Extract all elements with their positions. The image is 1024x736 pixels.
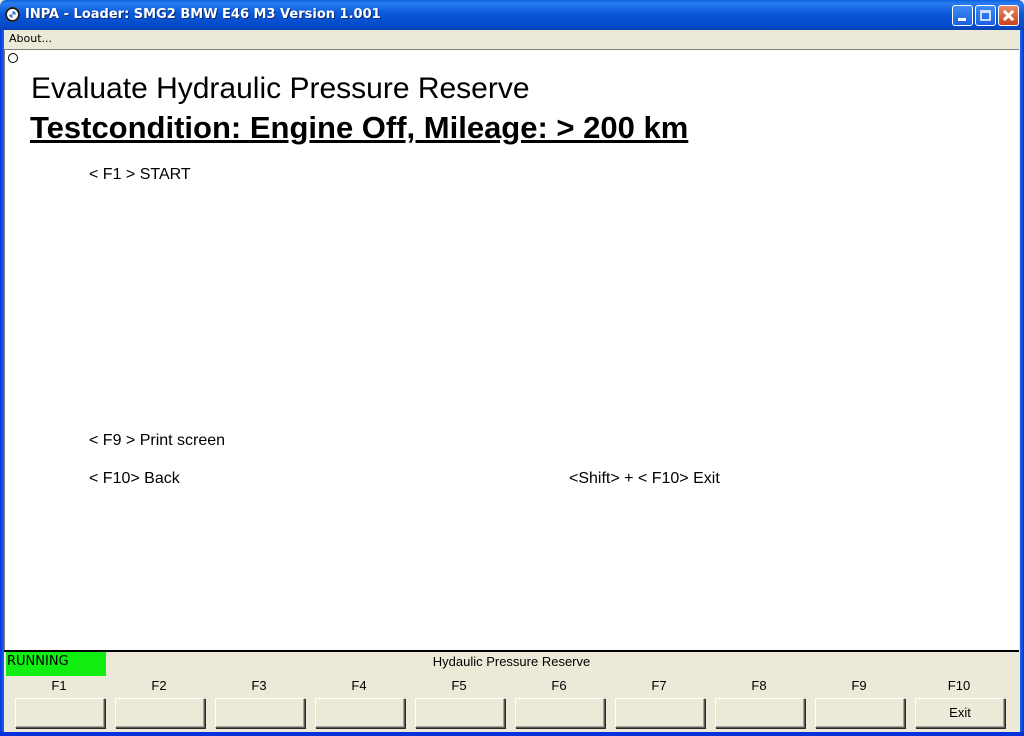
f2-button[interactable] — [115, 698, 205, 728]
main-panel: Evaluate Hydraulic Pressure Reserve Test… — [4, 49, 1019, 650]
fkey-label-f2: F2 — [151, 678, 167, 693]
fkey-label-f5: F5 — [451, 678, 467, 693]
f6-button[interactable] — [515, 698, 605, 728]
f7-button[interactable] — [615, 698, 705, 728]
radio-circle-icon — [8, 53, 18, 63]
f3-button[interactable] — [215, 698, 305, 728]
f10-exit-button[interactable]: Exit — [915, 698, 1005, 728]
f4-button[interactable] — [315, 698, 405, 728]
close-icon — [999, 6, 1018, 25]
f9-print-hint: < F9 > Print screen — [89, 432, 226, 449]
shift-f10-exit-hint: <Shift> + < F10> Exit — [569, 470, 720, 487]
menu-item-about[interactable]: About... — [9, 32, 52, 45]
fkey-label-f1: F1 — [51, 678, 67, 693]
maximize-icon — [980, 10, 991, 21]
f1-button[interactable] — [15, 698, 105, 728]
bmw-logo-icon[interactable] — [5, 7, 20, 22]
f1-start-hint: < F1 > START — [89, 166, 191, 183]
title-bar[interactable]: INPA - Loader: SMG2 BMW E46 M3 Version 1… — [0, 0, 1024, 30]
minimize-button[interactable] — [952, 5, 973, 26]
fkey-label-f10: F10 — [947, 678, 971, 693]
close-button[interactable] — [998, 5, 1019, 26]
fkey-label-f6: F6 — [551, 678, 567, 693]
test-condition: Testcondition: Engine Off, Mileage: > 20… — [30, 110, 689, 145]
window-frame-right — [1020, 30, 1024, 736]
window-title: INPA - Loader: SMG2 BMW E46 M3 Version 1… — [25, 7, 381, 22]
fkey-label-f8: F8 — [751, 678, 767, 693]
window-frame-bottom — [0, 732, 1024, 736]
menu-bar: About... — [4, 30, 1020, 49]
f10-back-hint: < F10> Back — [89, 470, 180, 487]
f8-button[interactable] — [715, 698, 805, 728]
fkey-label-f3: F3 — [251, 678, 267, 693]
f9-button[interactable] — [815, 698, 905, 728]
fkey-label-f4: F4 — [351, 678, 367, 693]
f5-button[interactable] — [415, 698, 505, 728]
page-title: Evaluate Hydraulic Pressure Reserve — [31, 72, 530, 105]
function-key-panel: RUNNING Hydaulic Pressure Reserve F1 F2 … — [4, 650, 1019, 732]
status-title: Hydaulic Pressure Reserve — [432, 654, 591, 669]
fkey-label-f7: F7 — [651, 678, 667, 693]
fkey-label-f9: F9 — [851, 678, 867, 693]
minimize-icon — [958, 18, 966, 21]
maximize-button[interactable] — [975, 5, 996, 26]
